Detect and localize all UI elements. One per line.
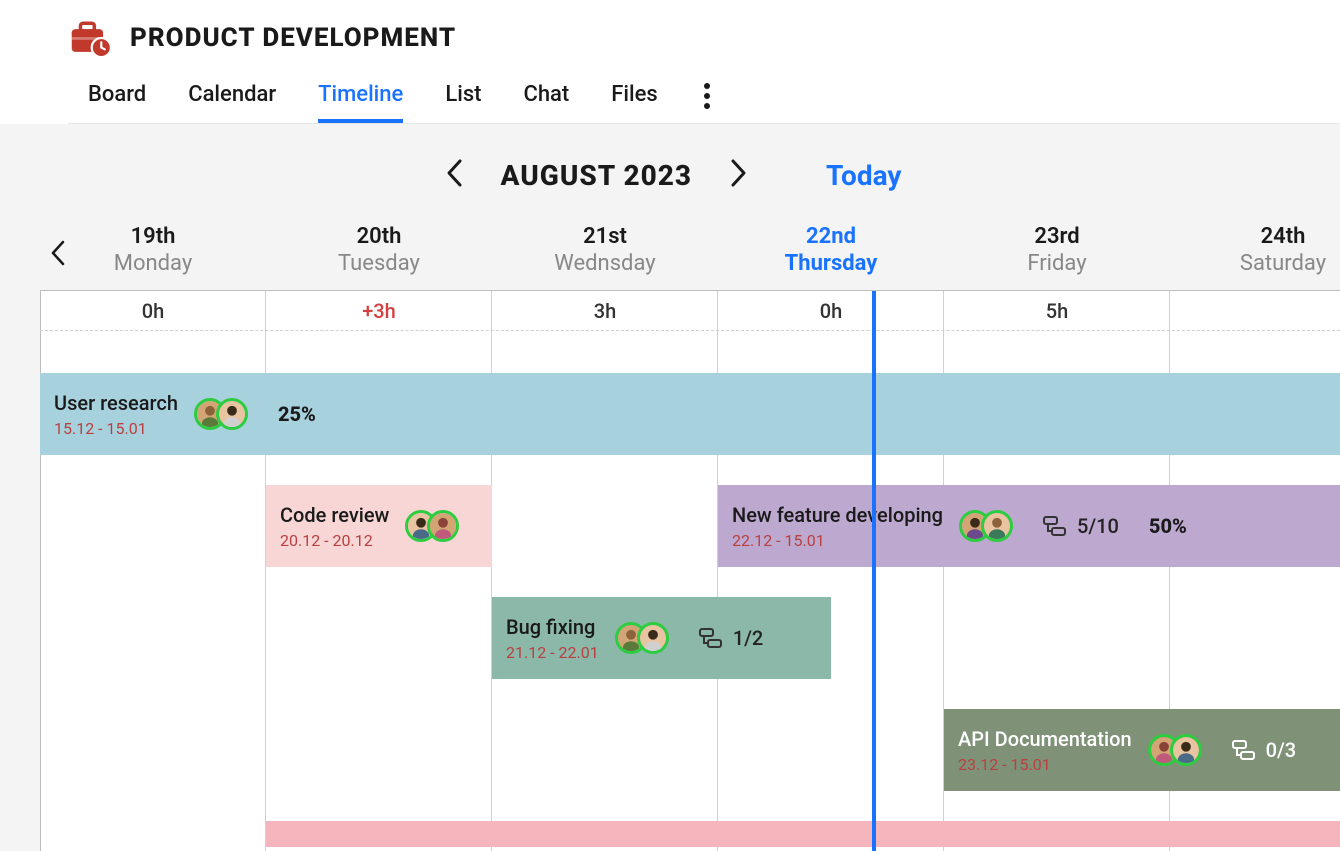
task-bar-new-feature[interactable]: New feature developing 22.12 - 15.01 5/1… [718,485,1340,567]
task-bar-bug-fixing[interactable]: Bug fixing 21.12 - 22.01 1/2 [492,597,831,679]
day-header: 23rd Friday [944,224,1170,276]
avatar-icon [981,510,1013,542]
assignee-avatars[interactable] [615,622,669,654]
subtask-count: 1/2 [733,626,764,650]
subtask-icon [699,628,723,648]
task-title: Code review [280,503,389,527]
view-tabs: Board Calendar Timeline List Chat Files [68,82,1340,124]
today-button[interactable]: Today [826,159,901,192]
avatar-icon [216,398,248,430]
month-label: AUGUST 2023 [501,159,693,192]
task-bar-code-review[interactable]: Code review 20.12 - 20.12 [266,485,492,567]
day-header: 19th Monday [40,224,266,276]
subtask-icon [1232,740,1256,760]
task-title: New feature developing [732,503,943,527]
scroll-left-button[interactable] [50,240,66,270]
day-date: 19th [40,224,266,249]
task-dates: 23.12 - 15.01 [958,755,1132,774]
tab-timeline[interactable]: Timeline [318,82,403,123]
header: PRODUCT DEVELOPMENT Board Calendar Timel… [0,0,1340,124]
tab-calendar[interactable]: Calendar [188,82,276,123]
day-name: Saturday [1170,251,1340,276]
day-name: Tuesday [266,251,492,276]
now-indicator [872,291,876,851]
gantt-chart: 0h +3h 3h 0h 5h User research 15.12 - 15… [40,290,1340,851]
day-date: 24th [1170,224,1340,249]
day-date: 20th [266,224,492,249]
tab-chat[interactable]: Chat [523,82,569,123]
day-header: 24th Saturday [1170,224,1340,276]
tab-files[interactable]: Files [611,82,657,123]
prev-month-button[interactable] [439,152,469,198]
timeline-area: AUGUST 2023 Today 19th Monday 20th Tuesd… [0,124,1340,851]
task-title: Bug fixing [506,615,599,639]
hours-row: 0h +3h 3h 0h 5h [40,291,1340,331]
next-month-button[interactable] [724,152,754,198]
day-name: Wednsday [492,251,718,276]
task-dates: 15.12 - 15.01 [54,419,178,438]
subtask-count: 0/3 [1266,738,1297,762]
task-title: User research [54,391,178,415]
task-bar-api-docs[interactable]: API Documentation 23.12 - 15.01 0/3 [944,709,1340,791]
task-percent: 25% [278,402,316,426]
tab-list[interactable]: List [445,82,481,123]
month-navigator: AUGUST 2023 Today [0,152,1340,198]
avatar-icon [427,510,459,542]
briefcase-clock-icon [68,18,112,58]
task-bar-user-research[interactable]: User research 15.12 - 15.01 25% [40,373,1340,455]
hour-cell: +3h [266,291,492,330]
task-bar-partial[interactable] [266,821,1340,847]
avatar-icon [1170,734,1202,766]
day-header: 21st Wednsday [492,224,718,276]
tab-board[interactable]: Board [88,82,146,123]
day-header: 22nd Thursday [718,224,944,276]
title-row: PRODUCT DEVELOPMENT [68,18,1340,58]
day-date: 23rd [944,224,1170,249]
assignee-avatars[interactable] [1148,734,1202,766]
hour-cell [1170,291,1340,330]
hour-cell: 5h [944,291,1170,330]
assignee-avatars[interactable] [194,398,248,430]
subtask-count: 5/10 [1077,514,1119,538]
day-date: 21st [492,224,718,249]
task-dates: 22.12 - 15.01 [732,531,943,550]
task-percent: 50% [1149,514,1187,538]
assignee-avatars[interactable] [959,510,1013,542]
task-dates: 20.12 - 20.12 [280,531,389,550]
task-title: API Documentation [958,727,1132,751]
day-name: Friday [944,251,1170,276]
task-dates: 21.12 - 22.01 [506,643,599,662]
hour-cell: 3h [492,291,718,330]
subtask-icon [1043,516,1067,536]
project-title: PRODUCT DEVELOPMENT [130,23,456,53]
day-name: Thursday [718,251,944,276]
more-icon[interactable] [704,83,710,123]
assignee-avatars[interactable] [405,510,459,542]
day-headers: 19th Monday 20th Tuesday 21st Wednsday 2… [0,224,1340,276]
day-name: Monday [40,251,266,276]
day-header: 20th Tuesday [266,224,492,276]
hour-cell: 0h [718,291,944,330]
hour-cell: 0h [40,291,266,330]
avatar-icon [637,622,669,654]
day-date: 22nd [718,224,944,249]
